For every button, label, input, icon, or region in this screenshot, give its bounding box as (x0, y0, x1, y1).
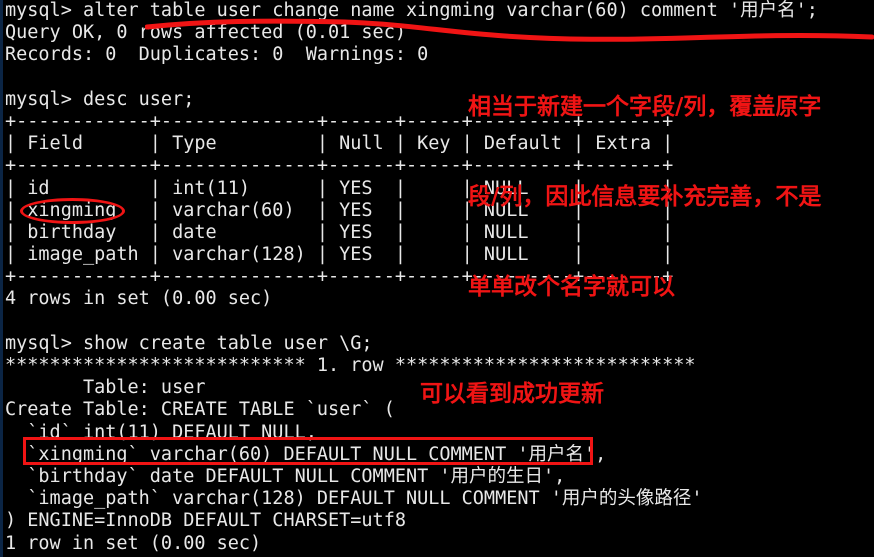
annotation-main-note-line: 单单改个名字就可以 (468, 274, 675, 300)
red-rectangle-annotation (23, 437, 593, 465)
annotation-main-note: 相当于新建一个字段/列，覆盖原字 段/列，因此信息要补充完善，不是 单单改个名字… (468, 32, 874, 362)
annotation-main-note-line: 段/列，因此信息要补充完善，不是 (468, 184, 822, 210)
terminal-line: ) ENGINE=InnoDB DEFAULT CHARSET=utf8 (5, 510, 406, 532)
terminal-window: mysql> alter table user change name xing… (0, 0, 874, 557)
terminal-line: `birthday` date DEFAULT NULL COMMENT '用户… (5, 465, 566, 487)
annotation-main-note-line: 相当于新建一个字段/列，覆盖原字 (468, 94, 822, 120)
red-ellipse-annotation (20, 198, 125, 224)
annotation-update-note: 可以看到成功更新 (420, 381, 604, 407)
window-left-edge (0, 0, 3, 557)
terminal-line: `image_path` varchar(128) DEFAULT NULL C… (5, 488, 703, 510)
terminal-line: 1 row in set (0.00 sec) (5, 532, 262, 554)
terminal-line: mysql> alter table user change name xing… (5, 0, 818, 21)
